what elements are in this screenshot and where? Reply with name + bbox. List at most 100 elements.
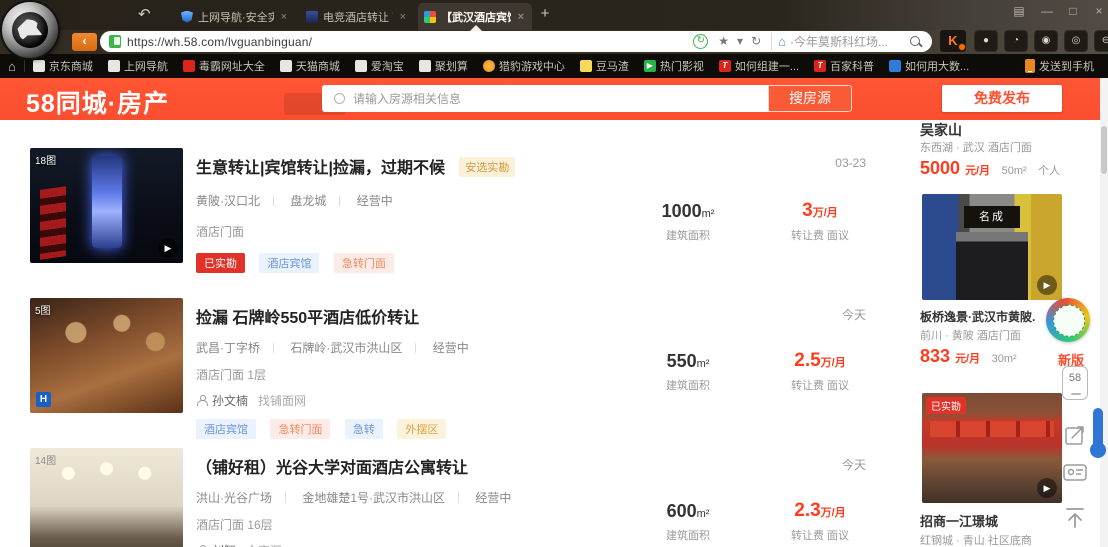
sidebar-item-title[interactable]: 吴家山	[920, 120, 962, 140]
bookmark-doc[interactable]: 豆马渣	[579, 58, 629, 74]
close-icon[interactable]: ×	[279, 11, 289, 23]
page-scrollbar-thumb[interactable]	[1101, 126, 1107, 174]
send-to-phone-button[interactable]: 发送到手机	[1025, 58, 1094, 74]
back-to-top-button[interactable]	[1062, 506, 1088, 530]
screen: ↶ 上网导航·安全实用... × 电竞酒店转让 百度... × 【武汉酒店宾馆商…	[0, 0, 1108, 547]
new-tab-button[interactable]: +	[536, 5, 554, 22]
bookmark-juhuasuan[interactable]: 聚划算	[418, 58, 468, 74]
search-house-button[interactable]: 搜房源	[768, 85, 852, 112]
area-column: 600m² 建筑面积	[666, 501, 710, 542]
page-icon	[107, 60, 120, 72]
minimize-button[interactable]: —	[1036, 2, 1058, 20]
bookmark-tmall[interactable]: 天猫商城	[279, 58, 340, 74]
refresh-icon[interactable]: ↻	[751, 31, 761, 52]
app-qr-button[interactable]: 58	[1062, 366, 1088, 400]
price-column: 3万/月 转让费 面议	[790, 200, 850, 242]
doc-icon	[579, 60, 592, 72]
play-icon[interactable]: ▶	[158, 238, 178, 258]
agent-name: 刘智	[212, 542, 236, 547]
address-bar[interactable]: https://wh.58.com/lvguanbinguan/ ↻ ★ ▾ ↻…	[100, 31, 932, 52]
close-icon[interactable]: ×	[516, 11, 526, 23]
photo-count-badge: 14图	[35, 456, 57, 467]
tag-urgent: 急转门面	[270, 419, 331, 439]
extension-button-3[interactable]: ◉	[1034, 30, 1058, 52]
tag-outdoor: 外摆区	[397, 419, 447, 439]
browser-search-input[interactable]: ·今年莫斯科红场...	[790, 33, 908, 50]
browser-tab-2[interactable]: 电竞酒店转让 百度... ×	[300, 3, 414, 30]
listing-title[interactable]: （铺好租）光谷大学对面酒店公寓转让	[196, 460, 468, 477]
extension-button-2[interactable]: ◔	[1004, 30, 1028, 52]
bookmark-taobao[interactable]: 爱淘宝	[354, 58, 404, 74]
tag-hotel: 酒店宾馆	[196, 419, 256, 439]
bookmark-toutiao-2[interactable]: T 百家科普	[814, 58, 874, 74]
bookmark-toutiao-1[interactable]: T 如何组建一...	[718, 58, 799, 74]
sidebar-item-title[interactable]: 招商一江璟城	[920, 511, 998, 530]
free-publish-button[interactable]: 免费发布	[942, 85, 1062, 112]
tab-title: 【武汉酒店宾馆商铺	[441, 11, 511, 24]
extension-button-1[interactable]: ●	[974, 30, 998, 52]
tab-history-back-icon[interactable]: ↶	[138, 5, 151, 23]
feedback-edit-icon[interactable]	[1062, 424, 1088, 446]
agent-row: 刘智 众商汇	[196, 542, 636, 547]
play-icon: ▶	[643, 60, 656, 72]
card-icon[interactable]	[1062, 464, 1088, 482]
nav-back-button[interactable]: ‹	[72, 33, 97, 51]
browser-tab-3-active[interactable]: 【武汉酒店宾馆商铺 ×	[418, 3, 532, 31]
listing-title[interactable]: 生意转让|宾馆转让|捡漏，过期不候	[196, 160, 445, 177]
bookmark-game-center[interactable]: 猎豹游戏中心	[482, 58, 565, 74]
search-icon[interactable]	[910, 35, 922, 48]
listing-meta: 武昌·丁字桥 石牌岭·武汉市洪山区 经营中	[196, 341, 469, 355]
search-engine-icon[interactable]: ⌂	[778, 34, 786, 49]
listing-thumbnail[interactable]: 5图 H	[30, 298, 183, 413]
tab-bar	[0, 0, 1108, 30]
page-icon	[418, 60, 431, 72]
tag-hotel: 酒店宾馆	[259, 253, 320, 273]
page-icon	[279, 60, 292, 72]
chevron-down-icon[interactable]: ▾	[737, 31, 743, 52]
toutiao-icon: T	[814, 60, 827, 72]
close-window-button[interactable]: ×	[1088, 2, 1108, 20]
url-text[interactable]: https://wh.58.com/lvguanbinguan/	[127, 35, 312, 49]
listing-row-3[interactable]: 14图 （铺好租）光谷大学对面酒店公寓转让 洪山·光谷广场 金地雄楚1号·武汉市…	[0, 448, 905, 547]
home-icon[interactable]: ⌂	[8, 59, 16, 74]
agent-company: 找铺面网	[258, 394, 307, 408]
sidebar-item-title[interactable]: 板桥逸景·武汉市黄陂.	[920, 308, 1035, 325]
bookmark-bigdata[interactable]: 如何用大数...	[889, 58, 969, 74]
duba-icon	[182, 60, 195, 72]
anniversary-stamp-icon	[1041, 293, 1095, 347]
page-icon	[354, 60, 367, 72]
play-icon[interactable]: ▶	[1037, 478, 1057, 498]
close-icon[interactable]: ×	[398, 11, 408, 23]
listing-thumbnail[interactable]: 14图	[30, 448, 183, 547]
site-logo[interactable]: 58同城·房产	[26, 84, 169, 120]
sidebar-item-price-row: 833 元/月 30m²	[920, 346, 1017, 366]
agent-name: 孙文楠	[212, 394, 249, 408]
bookmark-duba[interactable]: 毒霸网址大全	[182, 58, 265, 74]
bookmark-video[interactable]: ▶ 热门影视	[643, 58, 704, 74]
listing-thumbnail[interactable]: 18图 ▶	[30, 148, 183, 263]
listing-title[interactable]: 捡漏 石牌岭550平酒店低价转让	[196, 310, 419, 327]
bookmark-nav[interactable]: 上网导航	[107, 58, 168, 74]
compat-mode-icon[interactable]: ↻	[693, 34, 709, 49]
sidebar-photo[interactable]: 已实勘 ▶	[922, 393, 1062, 503]
extension-button-4[interactable]: ◎	[1064, 30, 1088, 52]
browser-logo-icon[interactable]	[2, 2, 58, 58]
play-icon[interactable]: ▶	[1037, 275, 1057, 295]
listing-meta: 洪山·光谷广场 金地雄楚1号·武汉市洪山区 经营中	[196, 491, 512, 505]
browser-tab-1[interactable]: 上网导航·安全实用... ×	[175, 3, 295, 30]
sidebar-photo[interactable]: 名成 ▶	[922, 194, 1062, 300]
listing-row-1[interactable]: 18图 ▶ 生意转让|宾馆转让|捡漏，过期不候 安选实勘 黄陂·汉口北 盘龙城 …	[0, 148, 905, 298]
maximize-button[interactable]: □	[1062, 2, 1084, 20]
listing-date: 今天	[841, 308, 866, 322]
tag-urgent: 急转门面	[333, 253, 394, 273]
listing-type: 酒店门面 16层	[196, 518, 273, 532]
page-icon	[32, 60, 45, 72]
favorite-star-icon[interactable]: ★	[718, 31, 729, 52]
skin-button[interactable]: ▤	[1008, 2, 1030, 20]
agent-company: 众商汇	[246, 542, 282, 547]
extension-button-5[interactable]: ⊖	[1094, 30, 1108, 52]
site-search-input[interactable]: 请输入房源相关信息	[322, 85, 768, 112]
listing-row-2[interactable]: 5图 H 捡漏 石牌岭550平酒店低价转让 武昌·丁字桥 石牌岭·武汉市洪山区 …	[0, 298, 905, 448]
shop-sign: 名成	[964, 206, 1020, 228]
bookmark-jd[interactable]: 京东商城	[32, 58, 93, 74]
